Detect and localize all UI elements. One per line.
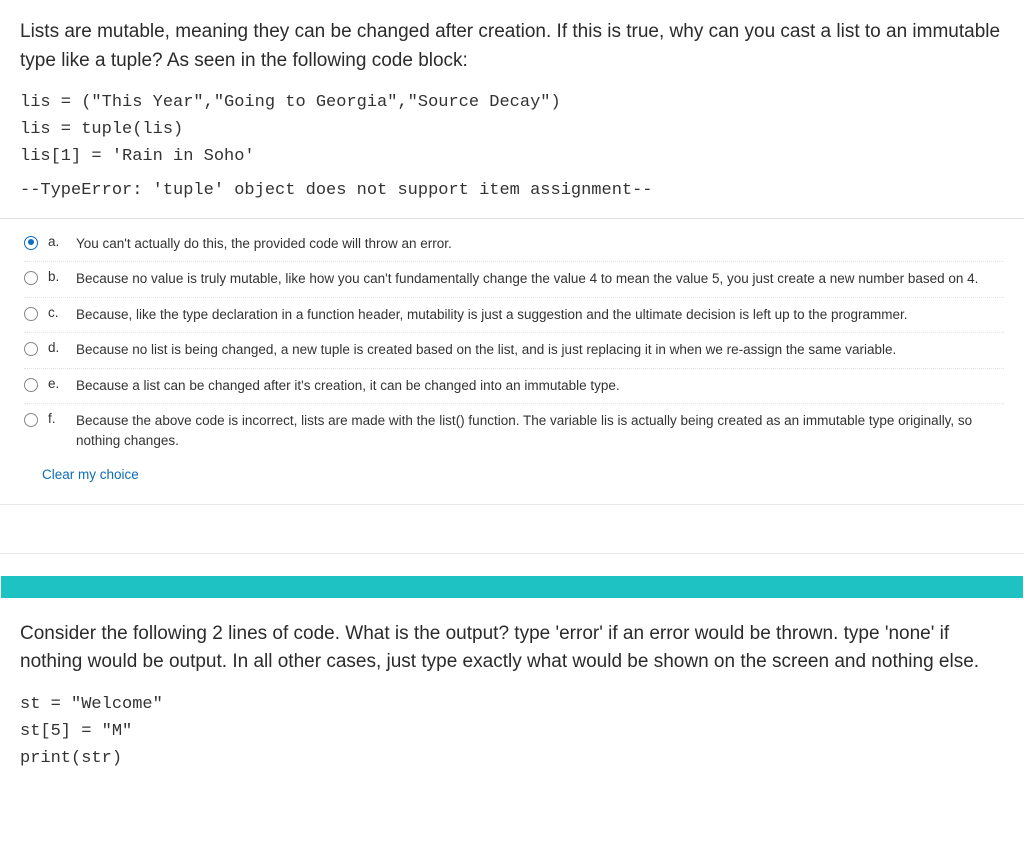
option-text: You can't actually do this, the provided…	[76, 234, 1004, 254]
radio-icon[interactable]	[24, 413, 38, 427]
option-text: Because no value is truly mutable, like …	[76, 269, 1004, 289]
radio-icon[interactable]	[24, 236, 38, 250]
option-letter: d.	[48, 340, 66, 355]
option-b[interactable]: b. Because no value is truly mutable, li…	[24, 262, 1004, 298]
question-1: Lists are mutable, meaning they can be c…	[0, 0, 1024, 504]
radio-icon[interactable]	[24, 271, 38, 285]
section-gap	[0, 504, 1024, 554]
option-a[interactable]: a. You can't actually do this, the provi…	[24, 227, 1004, 263]
question-2-code: st = "Welcome" st[5] = "M" print(str)	[20, 691, 1004, 773]
option-text: Because the above code is incorrect, lis…	[76, 411, 1004, 450]
error-line: --TypeError: 'tuple' object does not sup…	[20, 181, 1004, 200]
question-1-code: lis = ("This Year","Going to Georgia","S…	[20, 89, 1004, 171]
question-2: Consider the following 2 lines of code. …	[0, 598, 1024, 773]
option-letter: b.	[48, 269, 66, 284]
question-2-prompt: Consider the following 2 lines of code. …	[20, 620, 1004, 677]
option-c[interactable]: c. Because, like the type declaration in…	[24, 298, 1004, 334]
option-letter: a.	[48, 234, 66, 249]
question-1-prompt: Lists are mutable, meaning they can be c…	[20, 18, 1004, 75]
option-text: Because a list can be changed after it's…	[76, 376, 1004, 396]
code-line: st = "Welcome"	[20, 691, 1004, 718]
radio-icon[interactable]	[24, 307, 38, 321]
option-d[interactable]: d. Because no list is being changed, a n…	[24, 333, 1004, 369]
option-text: Because no list is being changed, a new …	[76, 340, 1004, 360]
code-line: print(str)	[20, 745, 1004, 772]
option-e[interactable]: e. Because a list can be changed after i…	[24, 369, 1004, 405]
option-letter: c.	[48, 305, 66, 320]
code-line: lis[1] = 'Rain in Soho'	[20, 143, 1004, 170]
code-line: lis = ("This Year","Going to Georgia","S…	[20, 89, 1004, 116]
code-line: st[5] = "M"	[20, 718, 1004, 745]
option-text: Because, like the type declaration in a …	[76, 305, 1004, 325]
question-header-bar	[1, 576, 1023, 598]
radio-icon[interactable]	[24, 378, 38, 392]
divider	[0, 218, 1024, 219]
option-letter: f.	[48, 411, 66, 426]
option-f[interactable]: f. Because the above code is incorrect, …	[24, 404, 1004, 458]
radio-icon[interactable]	[24, 342, 38, 356]
code-line: lis = tuple(lis)	[20, 116, 1004, 143]
answer-options: a. You can't actually do this, the provi…	[20, 227, 1004, 459]
clear-choice-link[interactable]: Clear my choice	[20, 467, 1004, 482]
option-letter: e.	[48, 376, 66, 391]
